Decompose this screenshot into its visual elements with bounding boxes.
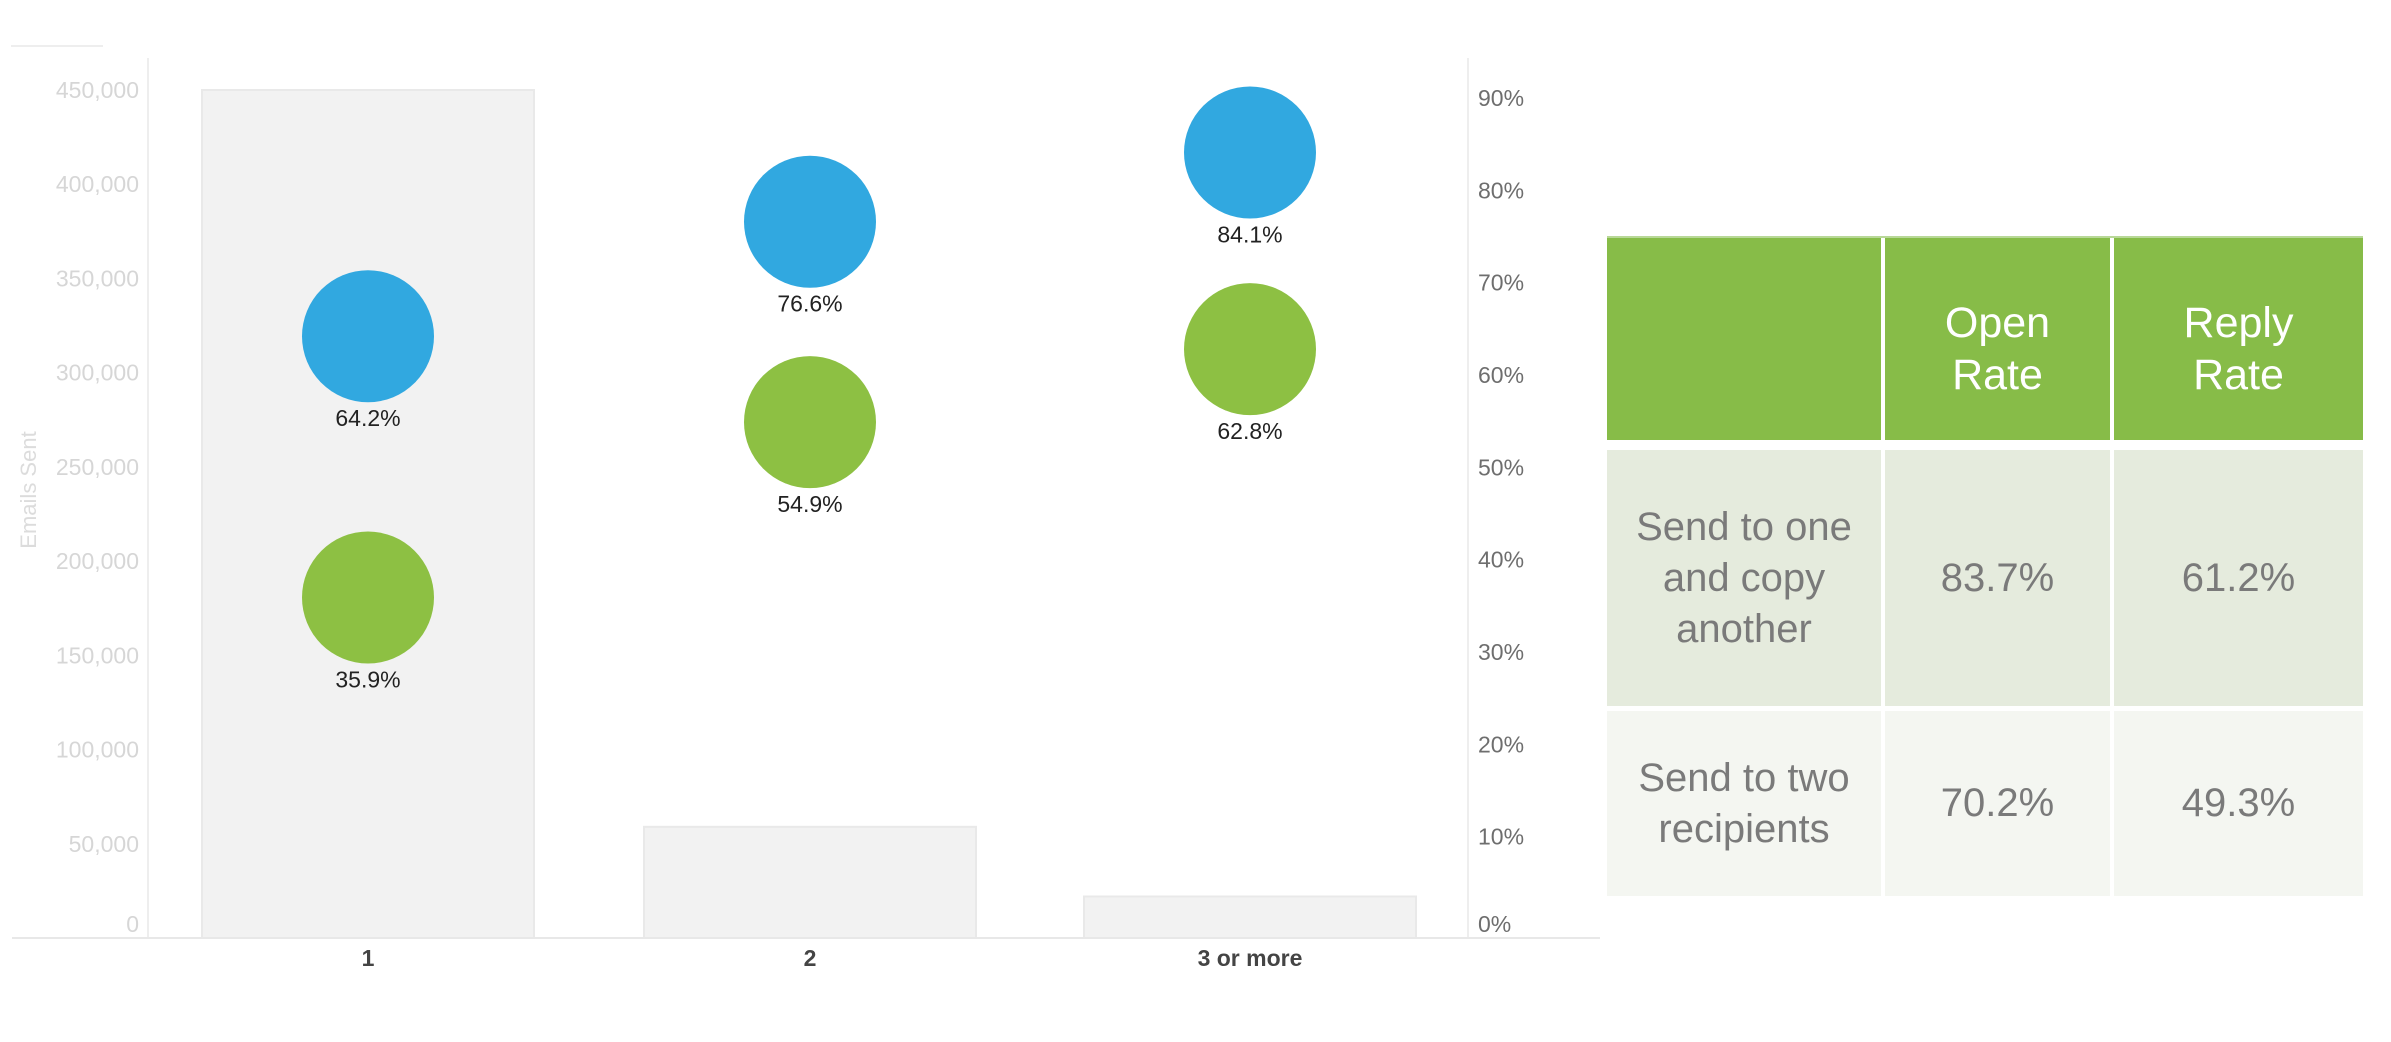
open-rate-data-label: 76.6% [777,291,842,317]
x-axis-category-labels: 1 2 3 or more [362,945,1303,971]
left-tick-label: 0 [126,911,139,937]
left-tick-label: 250,000 [56,454,139,480]
right-tick-label: 20% [1478,731,1524,757]
cell-text: Reply Rate [2184,297,2294,401]
left-axis-ticks: 0 50,000 100,000 150,000 200,000 250,000 300,0… [56,77,139,937]
reply-rate-bubble [744,356,876,489]
cell-text-line: Open [1944,299,2051,347]
table-header-blank [1607,236,1881,440]
right-tick-label: 50% [1478,454,1524,480]
reply-rate-value: 61.2% [2181,555,2296,600]
open-rate-bubble [1184,86,1316,219]
reply-rate-data-label: 35.9% [335,667,400,693]
left-tick-label: 350,000 [56,265,139,291]
cell-text-line: recipients [1658,806,1830,851]
category-label: 2 [804,945,817,971]
cell-text: Send to one and copy another [1636,502,1852,655]
table-cell-reply-rate: 49.3% [2114,711,2363,896]
right-axis-ticks: 0% 10% 20% 30% 40% 50% 60% 70% 80% 90% [1478,85,1524,937]
cell-text-line: and copy [1662,555,1826,600]
cell-text: Send to two recipients [1638,753,1849,855]
left-tick-label: 150,000 [56,642,139,668]
left-tick-label: 100,000 [56,737,139,763]
left-tick-label: 400,000 [56,171,139,197]
right-tick-label: 30% [1478,639,1524,665]
bar-emails-sent-2 [643,825,977,939]
open-rate-bubble [302,270,434,403]
reply-rate-bubble [1184,283,1316,416]
cell-text-line: Send to two [1638,755,1850,800]
cell-text-line: Send to one [1636,504,1852,549]
open-rate-data-label: 64.2% [335,405,400,431]
cell-text-line: another [1676,606,1812,651]
bar-emails-sent-1 [201,89,535,939]
reply-rate-data-label: 62.8% [1217,418,1282,444]
open-rate-value: 70.2% [1940,781,2055,825]
table-header-open-rate: Open Rate [1885,236,2110,440]
category-label: 3 or more [1198,945,1303,971]
open-rate-data-label: 84.1% [1217,221,1282,247]
cell-text: Open Rate [1945,297,2050,401]
reply-rate-bubble [302,531,434,664]
right-tick-label: 0% [1478,911,1511,937]
bar-emails-sent-3 [1083,895,1417,940]
open-rate-bubble [744,155,876,288]
cell-text-line: Reply [2183,299,2294,347]
table-row-label: Send to two recipients [1607,711,1881,896]
table-row-label: Send to one and copy another [1607,450,1881,706]
right-tick-label: 90% [1478,85,1524,111]
left-tick-label: 50,000 [69,831,139,857]
table-cell-reply-rate: 61.2% [2114,450,2363,706]
table-cell-open-rate: 83.7% [1885,450,2110,706]
right-tick-label: 70% [1478,270,1524,296]
table-header-reply-rate: Reply Rate [2114,236,2363,440]
open-rate-value: 83.7% [1940,555,2055,600]
table-top-edge [1607,236,2363,238]
y-axis-title: Emails Sent [16,431,41,548]
reply-rate-data-label: 54.9% [777,491,842,517]
left-tick-label: 450,000 [56,77,139,103]
reply-rate-value: 49.3% [2181,781,2296,825]
right-tick-label: 40% [1478,547,1524,573]
emails-sent-chart: 0 50,000 100,000 150,000 200,000 250,000 300,0… [11,45,1600,971]
right-tick-label: 60% [1478,362,1524,388]
right-tick-label: 80% [1478,177,1524,203]
table-cell-open-rate: 70.2% [1885,711,2110,896]
category-label: 1 [362,945,375,971]
cell-text-line: Rate [2193,351,2284,399]
left-tick-label: 200,000 [56,548,139,574]
cell-text-line: Rate [1952,351,2043,399]
left-tick-label: 300,000 [56,360,139,386]
right-tick-label: 10% [1478,824,1524,850]
